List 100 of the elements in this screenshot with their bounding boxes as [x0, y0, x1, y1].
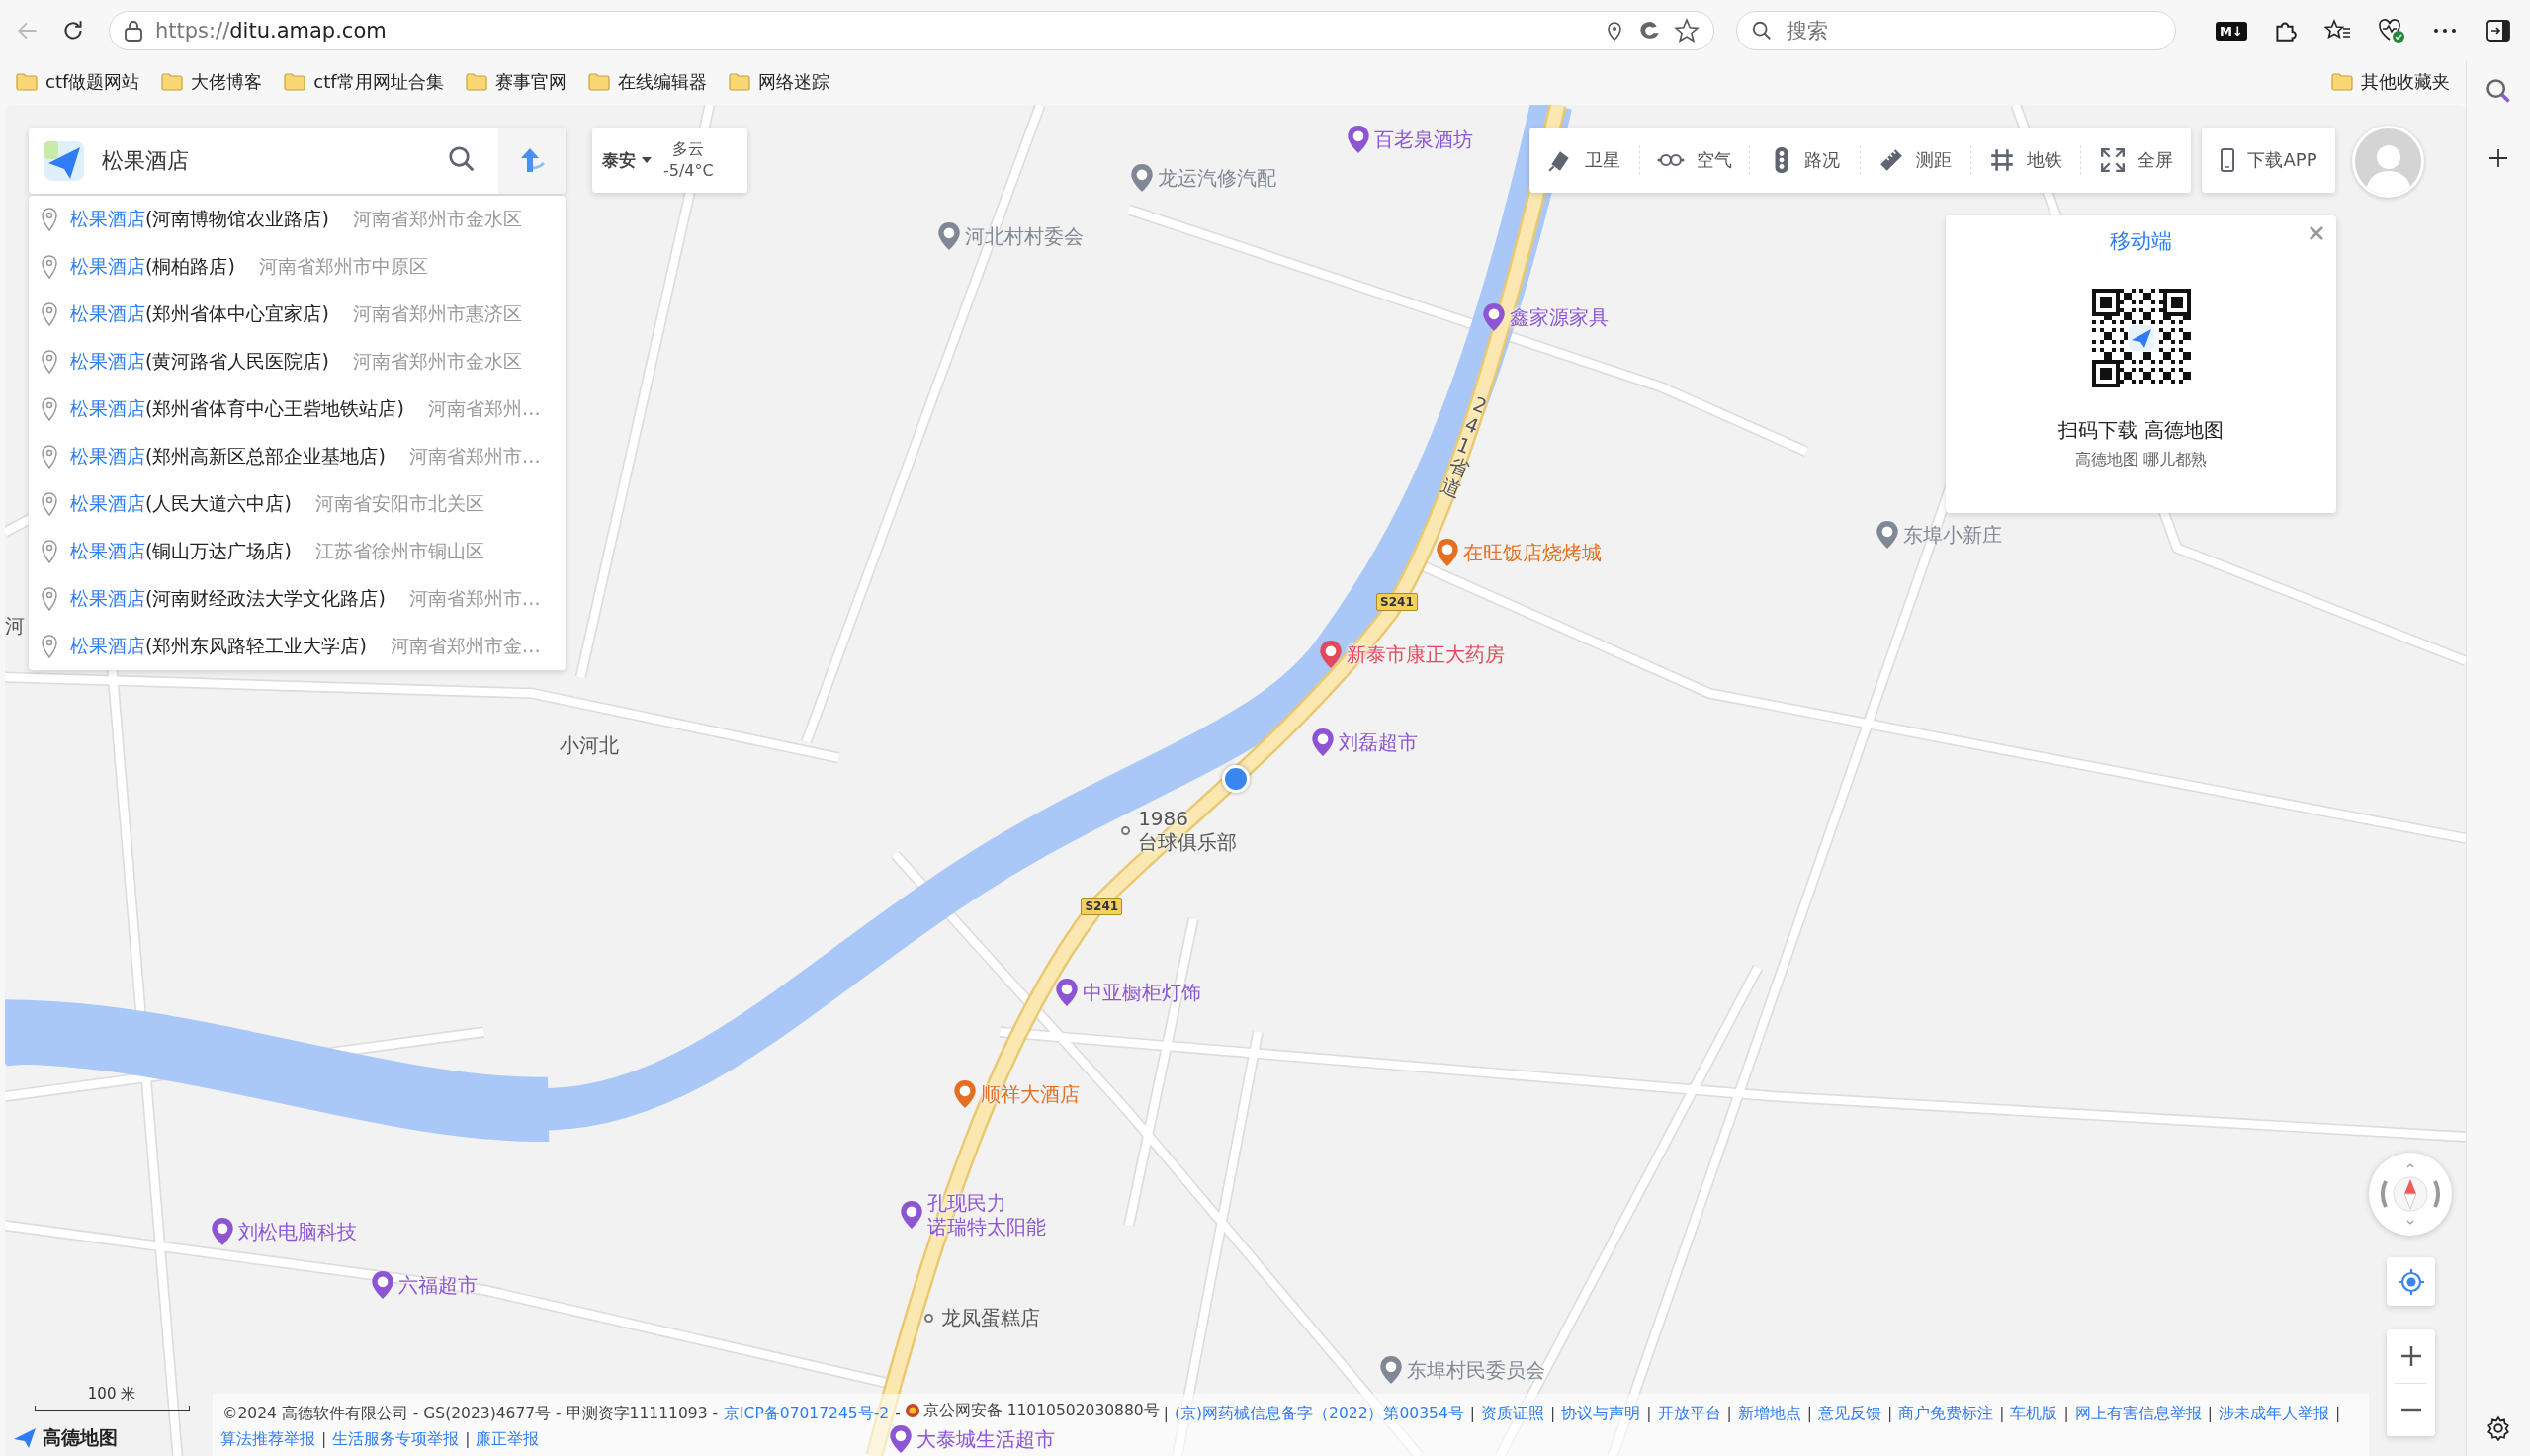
location-pin-icon [41, 301, 58, 327]
bookmark-folder[interactable]: 网络迷踪 [728, 70, 829, 94]
map-tool-button[interactable]: 卫星 [1529, 145, 1639, 175]
poi-label[interactable]: 刘松电脑科技 [238, 1219, 358, 1243]
footer-link[interactable]: 商户免费标注 [1898, 1405, 1994, 1422]
compass-icon[interactable] [2369, 1153, 2452, 1236]
map-tool-button[interactable]: 测距 [1860, 145, 1970, 175]
footer-link[interactable]: 网上有害信息举报 [2074, 1405, 2202, 1422]
footer-link[interactable]: 资质证照 [1481, 1405, 1545, 1422]
map-pin-icon[interactable] [888, 1424, 913, 1455]
footer-text: | [1163, 1405, 1169, 1422]
suggestion-item[interactable]: 松果酒店(河南财经政法大学文化路店) 河南省郑州市… [29, 575, 566, 623]
map-pin-icon[interactable] [952, 1079, 977, 1110]
browser-search-input[interactable]: 搜索 [1785, 18, 2161, 43]
map-pin-icon[interactable] [1347, 124, 1371, 154]
suggestion-item[interactable]: 松果酒店(郑州省体育中心王砦地铁站店) 河南省郑州… [29, 385, 566, 433]
poi-label[interactable]: 六福超市 [397, 1272, 478, 1297]
fullscreen-icon [2099, 147, 2126, 173]
url-text: https://ditu.amap.com [155, 19, 388, 43]
poi-label[interactable]: 大泰城生活超市 [916, 1427, 1055, 1452]
map-pin-icon[interactable] [936, 220, 961, 251]
location-pin-icon[interactable] [1605, 20, 1624, 42]
footer-link[interactable]: 生活服务专项举报 [332, 1430, 460, 1448]
footer-text: | [2334, 1405, 2341, 1422]
footer-text: | [1887, 1405, 1893, 1422]
bookmark-folder[interactable]: ctf做题网站 [16, 70, 140, 94]
map-tool-button[interactable]: 路况 [1749, 145, 1860, 175]
location-pin-icon [41, 444, 58, 470]
route-button[interactable] [498, 128, 566, 194]
bookmark-folder[interactable]: 大佬博客 [161, 70, 263, 94]
suggestion-item[interactable]: 松果酒店(郑州高新区总部企业基地店) 河南省郑州市… [29, 433, 566, 480]
browser-search-field[interactable]: 搜索 [1736, 11, 2176, 50]
footer-text: | [1469, 1405, 1476, 1422]
map-pin-icon[interactable] [1311, 728, 1336, 758]
poi-label[interactable]: 刘磊超市 [1339, 730, 1419, 755]
map-pin-icon[interactable] [1435, 537, 1459, 567]
footer-link[interactable]: 京公网安备 11010502030880号 [904, 1398, 1160, 1423]
map-tool-button[interactable]: 全屏 [2080, 145, 2192, 175]
footer-link[interactable]: 车机版 [2010, 1405, 2058, 1422]
search-input[interactable]: 松果酒店 [100, 147, 447, 174]
weather-condition: 多云 [672, 138, 705, 160]
bookmark-folder[interactable]: 其他收藏夹 [2331, 70, 2450, 94]
download-app-button[interactable]: 下载APP [2202, 128, 2335, 193]
map-pin-icon[interactable] [1130, 163, 1155, 194]
locate-icon [2397, 1267, 2425, 1296]
footer-text: | [1646, 1405, 1652, 1422]
footer-link[interactable]: 意见反馈 [1818, 1405, 1881, 1422]
footer-link[interactable]: 新增地点 [1737, 1405, 1801, 1422]
bookmark-folder[interactable]: ctf常用网址合集 [284, 70, 444, 94]
bookmark-folder[interactable]: 在线编辑器 [587, 70, 707, 94]
map-pin-icon[interactable] [370, 1269, 394, 1300]
footer-text: | [1550, 1405, 1556, 1422]
folder-icon [16, 73, 38, 91]
map-tool-button[interactable]: 空气 [1638, 145, 1750, 175]
road-shield: S241 [1376, 592, 1418, 611]
location-pin-icon [41, 634, 58, 659]
locate-button[interactable] [2387, 1257, 2435, 1306]
footer-link[interactable]: (京)网药械信息备字（2022）第00354号 [1174, 1405, 1464, 1422]
poi-dot-icon [1121, 825, 1131, 835]
markdown-extension-button[interactable]: M↓ [2212, 11, 2251, 50]
footer-link[interactable]: 协议与声明 [1561, 1405, 1641, 1422]
footer-link[interactable]: 算法推荐举报 [220, 1430, 315, 1448]
footer-link[interactable]: 京ICP备07017245号-2 [724, 1405, 890, 1422]
map-pin-icon[interactable] [1054, 978, 1079, 1008]
footer-link[interactable]: 廉正举报 [476, 1430, 540, 1448]
map-pin-icon[interactable] [1482, 301, 1507, 332]
poi-label[interactable]: 百老泉酒坊 [1374, 127, 1474, 151]
folder-icon [161, 73, 184, 91]
bookmark-folder[interactable]: 赛事官网 [465, 70, 567, 94]
city-dropdown[interactable]: 泰安 [602, 148, 652, 172]
suggestion-item[interactable]: 松果酒店(黄河路省人民医院店) 河南省郑州市金水区 [29, 338, 566, 385]
footer-link[interactable]: 开放平台 [1657, 1405, 1721, 1422]
map-pin-icon[interactable] [1319, 639, 1344, 669]
search-bar[interactable]: 松果酒店 [29, 128, 566, 194]
map-pin-icon[interactable] [211, 1216, 235, 1246]
star-icon[interactable] [1674, 18, 1700, 43]
subway-icon [1989, 147, 2015, 173]
location-pin-icon [41, 207, 58, 232]
map-tool-button[interactable]: 地铁 [1969, 145, 2081, 175]
poi-label[interactable]: 新泰市康正大药房 [1347, 642, 1506, 666]
search-icon [1751, 20, 1773, 42]
suggestion-item[interactable]: 松果酒店(郑州东风路轻工业大学店) 河南省郑州市金… [29, 623, 566, 670]
poi-label[interactable]: 中亚橱柜灯饰 [1082, 981, 1201, 1005]
suggestion-item[interactable]: 松果酒店(人民大道六中店) 河南省安阳市北关区 [29, 480, 566, 528]
suggestion-item[interactable]: 松果酒店(河南博物馆农业路店) 河南省郑州市金水区 [29, 196, 566, 243]
map-pin-icon[interactable] [1876, 519, 1900, 550]
suggestion-item[interactable]: 松果酒店(铜山万达广场店) 江苏省徐州市铜山区 [29, 528, 566, 575]
scale-label: 100 米 [87, 1385, 136, 1404]
map-pin-icon[interactable] [900, 1199, 924, 1230]
suggestion-item[interactable]: 松果酒店(桐柏路店) 河南省郑州市中原区 [29, 243, 566, 291]
map-pin-icon[interactable] [1378, 1355, 1403, 1386]
poi-label[interactable]: 龙凤蛋糕店 [941, 1306, 1041, 1330]
footer-link[interactable]: 涉未成年人举报 [2218, 1405, 2329, 1422]
caret-icon [642, 157, 652, 163]
address-bar[interactable]: https://ditu.amap.com [109, 11, 1714, 50]
suggestion-item[interactable]: 松果酒店(郑州省体中心宜家店) 河南省郑州市惠济区 [29, 291, 566, 338]
folder-icon [728, 73, 750, 91]
footer-text: | [465, 1430, 471, 1448]
footer-text: | [2207, 1405, 2213, 1422]
ruler-icon [1878, 147, 1905, 173]
